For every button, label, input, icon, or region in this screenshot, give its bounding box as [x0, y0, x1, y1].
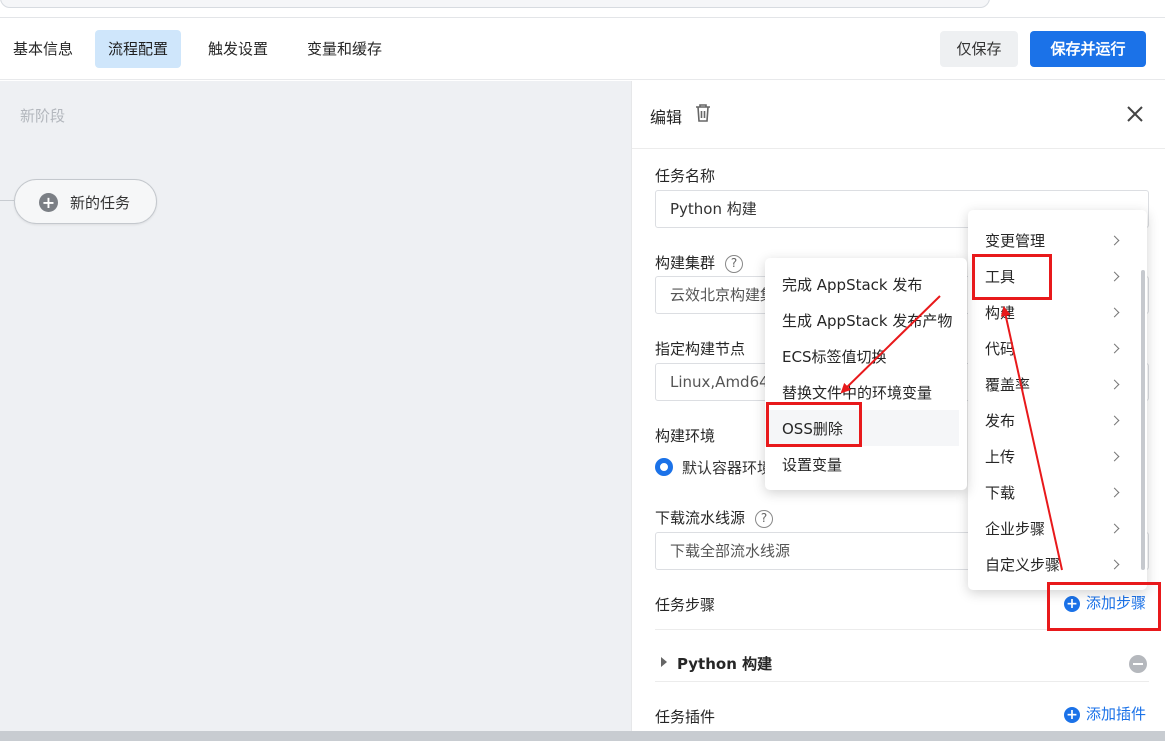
submenu-item-appstack-artifact[interactable]: 生成 AppStack 发布产物	[782, 310, 952, 331]
menu-item-change-mgmt[interactable]: 变更管理	[985, 230, 1045, 251]
address-bar[interactable]	[0, 0, 990, 8]
add-plugin-link[interactable]: + 添加插件	[1064, 703, 1146, 724]
new-task-label: 新的任务	[70, 194, 131, 212]
plus-circle-icon: +	[39, 193, 58, 212]
menu-item-custom-steps[interactable]: 自定义步骤	[985, 554, 1060, 575]
save-only-button[interactable]: 仅保存	[940, 31, 1018, 67]
menu-item-download[interactable]: 下载	[985, 482, 1015, 503]
caret-right-icon[interactable]	[661, 657, 667, 667]
browser-top-strip	[0, 0, 1165, 18]
tab-flow-config[interactable]: 流程配置	[95, 30, 182, 68]
menu-item-coverage[interactable]: 覆盖率	[985, 374, 1030, 395]
help-icon[interactable]: ?	[755, 510, 774, 528]
build-env-label: 构建环境	[655, 427, 716, 445]
new-task-button[interactable]: + 新的任务	[14, 179, 157, 224]
menu-item-enterprise-steps[interactable]: 企业步骤	[985, 518, 1045, 539]
chevron-right-icon	[1109, 235, 1120, 246]
source-label-text: 下载流水线源	[655, 509, 746, 527]
panel-title: 编辑	[650, 108, 683, 127]
submenu-item-ecs-tag[interactable]: ECS标签值切换	[782, 346, 886, 367]
chevron-right-icon	[1109, 415, 1120, 426]
plus-circle-icon: +	[1064, 707, 1080, 723]
env-radio-label: 默认容器环境	[682, 459, 773, 477]
chevron-right-icon	[1109, 307, 1120, 318]
help-icon[interactable]: ?	[725, 255, 744, 273]
build-cluster-label: 构建集群?	[655, 252, 744, 273]
menu-item-code[interactable]: 代码	[985, 338, 1015, 359]
task-steps-label: 任务步骤	[655, 596, 716, 614]
build-node-label: 指定构建节点	[655, 340, 746, 358]
chevron-right-icon	[1109, 451, 1120, 462]
tools-submenu: 完成 AppStack 发布 生成 AppStack 发布产物 ECS标签值切换…	[765, 258, 967, 490]
chevron-right-icon	[1109, 559, 1120, 570]
step-item-row[interactable]: Python 构建	[655, 647, 1149, 683]
stage-connector	[0, 200, 14, 201]
highlight-box-add-step	[1047, 582, 1161, 631]
chevron-right-icon	[1109, 487, 1120, 498]
menu-item-upload[interactable]: 上传	[985, 446, 1015, 467]
tab-basic-info[interactable]: 基本信息	[0, 30, 86, 68]
menu-scrollbar[interactable]	[1141, 270, 1145, 570]
stage-title[interactable]: 新阶段	[20, 105, 65, 126]
panel-header: 编辑	[632, 81, 1165, 149]
menu-item-build[interactable]: 构建	[985, 302, 1015, 323]
horizontal-scrollbar[interactable]	[0, 731, 1165, 741]
step-item-name: Python 构建	[677, 655, 773, 673]
remove-step-icon[interactable]	[1129, 655, 1147, 673]
chevron-right-icon	[1109, 343, 1120, 354]
divider	[655, 681, 1149, 682]
chevron-right-icon	[1109, 379, 1120, 390]
env-radio[interactable]	[655, 458, 673, 476]
trash-icon[interactable]	[694, 103, 712, 123]
source-label: 下载流水线源?	[655, 507, 774, 528]
submenu-item-replace-env[interactable]: 替换文件中的环境变量	[782, 382, 932, 403]
submenu-item-appstack-release[interactable]: 完成 AppStack 发布	[782, 274, 922, 295]
task-plugins-label: 任务插件	[655, 708, 716, 726]
highlight-box-tools	[972, 254, 1052, 300]
highlight-box-oss-delete	[766, 402, 862, 447]
menu-item-release[interactable]: 发布	[985, 410, 1015, 431]
chevron-right-icon	[1109, 271, 1120, 282]
close-icon[interactable]	[1124, 103, 1146, 125]
add-plugin-label: 添加插件	[1086, 705, 1147, 723]
tab-trigger-settings[interactable]: 触发设置	[195, 30, 281, 68]
submenu-item-set-variable[interactable]: 设置变量	[782, 454, 842, 475]
page-header: 基本信息 流程配置 触发设置 变量和缓存 仅保存 保存并运行	[0, 18, 1165, 80]
pipeline-canvas: 新阶段 + 新的任务	[0, 81, 631, 731]
chevron-right-icon	[1109, 523, 1120, 534]
save-and-run-button[interactable]: 保存并运行	[1030, 31, 1146, 67]
tab-variables-cache[interactable]: 变量和缓存	[294, 30, 395, 68]
build-cluster-label-text: 构建集群	[655, 254, 716, 272]
task-name-label: 任务名称	[655, 167, 716, 185]
